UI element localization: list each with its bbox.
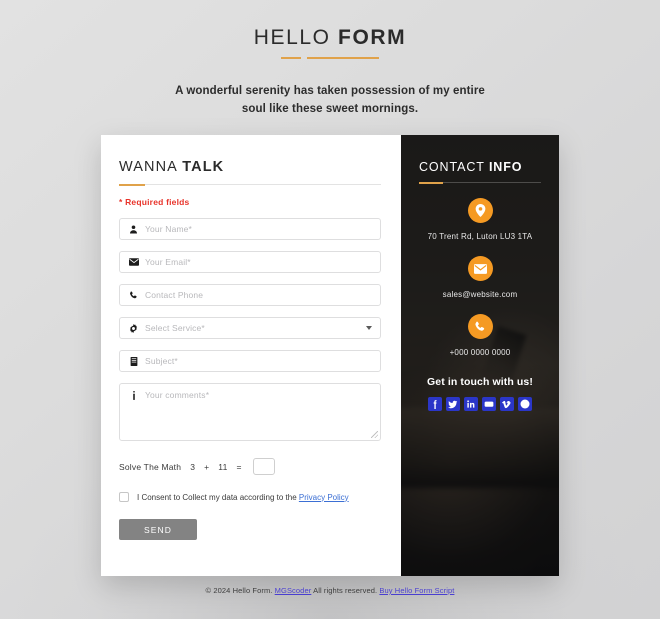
contact-title: CONTACT INFO: [411, 160, 549, 174]
email-block: sales@website.com: [411, 256, 549, 299]
consent-checkbox[interactable]: [119, 492, 129, 502]
underline-segment-short: [281, 56, 301, 59]
consent-row: I Consent to Collect my data according t…: [119, 492, 381, 502]
subject-field-placeholder: Subject*: [145, 356, 178, 366]
page-subtitle: A wonderful serenity has taken possessio…: [175, 85, 485, 115]
page-root: HELLO FORM A wonderful serenity has take…: [0, 0, 660, 619]
page-footer: © 2024 Hello Form. MGScoder All rights r…: [0, 586, 660, 595]
phone-icon: [467, 314, 493, 339]
required-fields-note: * Required fields: [119, 197, 190, 207]
name-field[interactable]: Your Name*: [119, 218, 381, 240]
math-answer-input[interactable]: [252, 458, 275, 475]
math-equals-sign: =: [236, 461, 242, 472]
form-title-rule: [119, 184, 381, 186]
service-select[interactable]: Select Service*: [119, 317, 381, 339]
book-icon: [128, 356, 139, 367]
contact-card: WANNA TALK * Required fields Your Name* …: [101, 135, 559, 576]
form-title: WANNA TALK: [119, 159, 381, 175]
phone-text[interactable]: +000 0000 0000: [411, 348, 549, 357]
contact-title-light: CONTACT: [419, 160, 489, 174]
envelope-icon: [467, 256, 493, 281]
page-header: HELLO FORM A wonderful serenity has take…: [0, 0, 660, 119]
footer-rights: All rights reserved.: [311, 586, 380, 595]
linkedin-icon[interactable]: [464, 397, 478, 411]
logo-underline-decoration: [274, 56, 386, 59]
pinterest-icon[interactable]: [518, 397, 532, 411]
math-operator: +: [204, 461, 210, 472]
underline-segment-long: [307, 56, 379, 59]
youtube-icon[interactable]: [482, 397, 496, 411]
site-logo: HELLO FORM: [0, 27, 660, 48]
facebook-icon[interactable]: [428, 397, 442, 411]
form-title-bold: TALK: [182, 159, 225, 175]
send-button[interactable]: SEND: [119, 519, 197, 540]
math-operand-b: 11: [218, 461, 228, 472]
envelope-icon: [128, 257, 139, 268]
privacy-policy-link[interactable]: Privacy Policy: [299, 493, 349, 502]
location-pin-icon: [467, 198, 493, 223]
vimeo-icon[interactable]: [500, 397, 514, 411]
contact-title-bold: INFO: [488, 160, 523, 174]
contact-info-pane: CONTACT INFO 70 Trent Rd, Luton LU3 1TA …: [401, 135, 559, 576]
phone-icon: [128, 290, 139, 301]
email-text[interactable]: sales@website.com: [411, 290, 549, 299]
address-text: 70 Trent Rd, Luton LU3 1TA: [427, 232, 533, 241]
social-links-row: [411, 397, 549, 411]
comments-textarea[interactable]: Your comments*: [119, 383, 381, 441]
twitter-icon[interactable]: [446, 397, 460, 411]
phone-field-placeholder: Contact Phone: [145, 290, 204, 300]
email-field[interactable]: Your Email*: [119, 251, 381, 273]
logo-text-bold: FORM: [338, 26, 407, 49]
gear-icon: [128, 323, 139, 334]
form-title-light: WANNA: [119, 159, 183, 175]
form-pane: WANNA TALK * Required fields Your Name* …: [101, 135, 401, 576]
math-operand-a: 3: [190, 461, 196, 472]
social-title: Get in touch with us!: [427, 376, 533, 388]
name-field-placeholder: Your Name*: [145, 224, 193, 234]
email-field-placeholder: Your Email*: [145, 257, 191, 267]
math-captcha-row: Solve The Math 3 + 11 =: [119, 458, 381, 475]
subject-field[interactable]: Subject*: [119, 350, 381, 372]
chevron-down-icon[interactable]: [366, 326, 372, 330]
info-icon: [128, 390, 139, 401]
footer-author-link[interactable]: MGScoder: [275, 586, 312, 595]
footer-buy-link[interactable]: Buy Hello Form Script: [379, 586, 454, 595]
phone-block: +000 0000 0000: [411, 314, 549, 357]
address-block: 70 Trent Rd, Luton LU3 1TA: [411, 198, 549, 241]
math-captcha-label: Solve The Math: [119, 461, 182, 472]
textarea-resize-handle[interactable]: [371, 431, 378, 438]
service-select-placeholder: Select Service*: [145, 323, 205, 333]
comments-textarea-placeholder: Your comments*: [145, 390, 210, 400]
user-icon: [128, 224, 139, 235]
consent-label: I Consent to Collect my data according t…: [137, 493, 349, 502]
phone-field[interactable]: Contact Phone: [119, 284, 381, 306]
consent-text: I Consent to Collect my data according t…: [137, 492, 299, 502]
contact-title-rule: [419, 182, 541, 184]
logo-text-light: HELLO: [253, 26, 339, 49]
footer-copyright: © 2024 Hello Form.: [205, 586, 275, 595]
